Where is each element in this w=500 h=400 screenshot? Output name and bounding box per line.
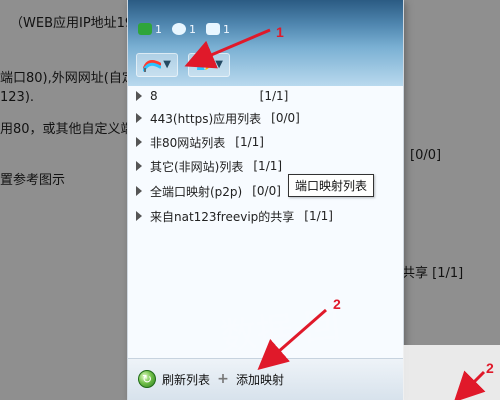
refresh-list-button[interactable]: ↻ 刷新列表	[138, 367, 210, 391]
users-count: 1	[155, 22, 162, 36]
expand-triangle-icon[interactable]	[136, 161, 142, 171]
status-messages[interactable]: 1	[172, 23, 196, 36]
annotation-number-1: 1	[276, 24, 284, 40]
rainbow-flag-icon	[143, 59, 161, 72]
annotation-number-2-right: 2	[486, 360, 494, 376]
refresh-label: 刷新列表	[162, 372, 211, 387]
tree-item-count: [1/1]	[235, 135, 264, 149]
user-group-icon	[138, 23, 152, 35]
tree-item-label: 非80网站列表	[150, 135, 226, 150]
status-bar: 1 1 1	[138, 20, 230, 38]
app-header: 1 1 1 ▼ ▼	[128, 0, 403, 86]
add-mapping-button[interactable]: + 添加映射	[216, 367, 284, 391]
colorful-wing-icon	[197, 60, 212, 70]
tree-item-count: [0/0]	[252, 184, 281, 198]
main-toolbar: ▼ ▼	[136, 52, 230, 78]
tree-item-label: 全端口映射(p2p)	[150, 184, 243, 199]
status-users[interactable]: 1	[138, 23, 162, 36]
expand-triangle-icon[interactable]	[136, 211, 142, 221]
plus-icon: +	[217, 371, 229, 387]
tree-item-label: 其它(非网站)列表	[150, 159, 244, 174]
expand-triangle-icon[interactable]	[136, 186, 142, 196]
chat-bubble-icon	[172, 23, 186, 35]
tree-item-count: [1/1]	[304, 209, 333, 223]
tree-item-label: 来自nat123freevip的共享	[150, 209, 295, 224]
tree-item-shared-from-freevip[interactable]: 来自nat123freevip的共享 [1/1]	[134, 206, 399, 226]
tree-item-443-apps[interactable]: 443(https)应用列表 [0/0]	[134, 108, 399, 128]
bottom-toolbar: ↻ 刷新列表 + 添加映射	[128, 358, 403, 400]
status-notifications[interactable]: 1	[206, 23, 230, 36]
expand-triangle-icon[interactable]	[136, 91, 142, 101]
expand-triangle-icon[interactable]	[136, 137, 142, 147]
chevron-down-icon: ▼	[215, 59, 223, 70]
app-menu-button[interactable]: ▼	[188, 53, 230, 77]
port-map-menu-button[interactable]: ▼	[136, 53, 178, 77]
tree-item-count: [1/1]	[253, 159, 283, 173]
tree-item-label: 8	[150, 89, 158, 103]
tree-item-count: [0/0]	[271, 111, 300, 125]
bell-icon	[206, 23, 220, 35]
tree-item-label: 443(https)应用列表	[150, 111, 262, 126]
chevron-down-icon: ▼	[163, 59, 171, 70]
tree-item-80-apps[interactable]: 8 [1/1]	[134, 86, 399, 106]
tree-item-other-apps[interactable]: 其它(非网站)列表 [1/1]	[134, 156, 399, 176]
messages-count: 1	[189, 22, 196, 36]
tooltip-port-map-list: 端口映射列表	[288, 174, 375, 197]
refresh-icon: ↻	[138, 370, 156, 388]
expand-triangle-icon[interactable]	[136, 113, 142, 123]
tree-item-non80-sites[interactable]: 非80网站列表 [1/1]	[134, 132, 399, 152]
notifications-count: 1	[223, 22, 230, 36]
tree-item-count: [1/1]	[259, 89, 289, 103]
add-mapping-label: 添加映射	[236, 372, 285, 387]
